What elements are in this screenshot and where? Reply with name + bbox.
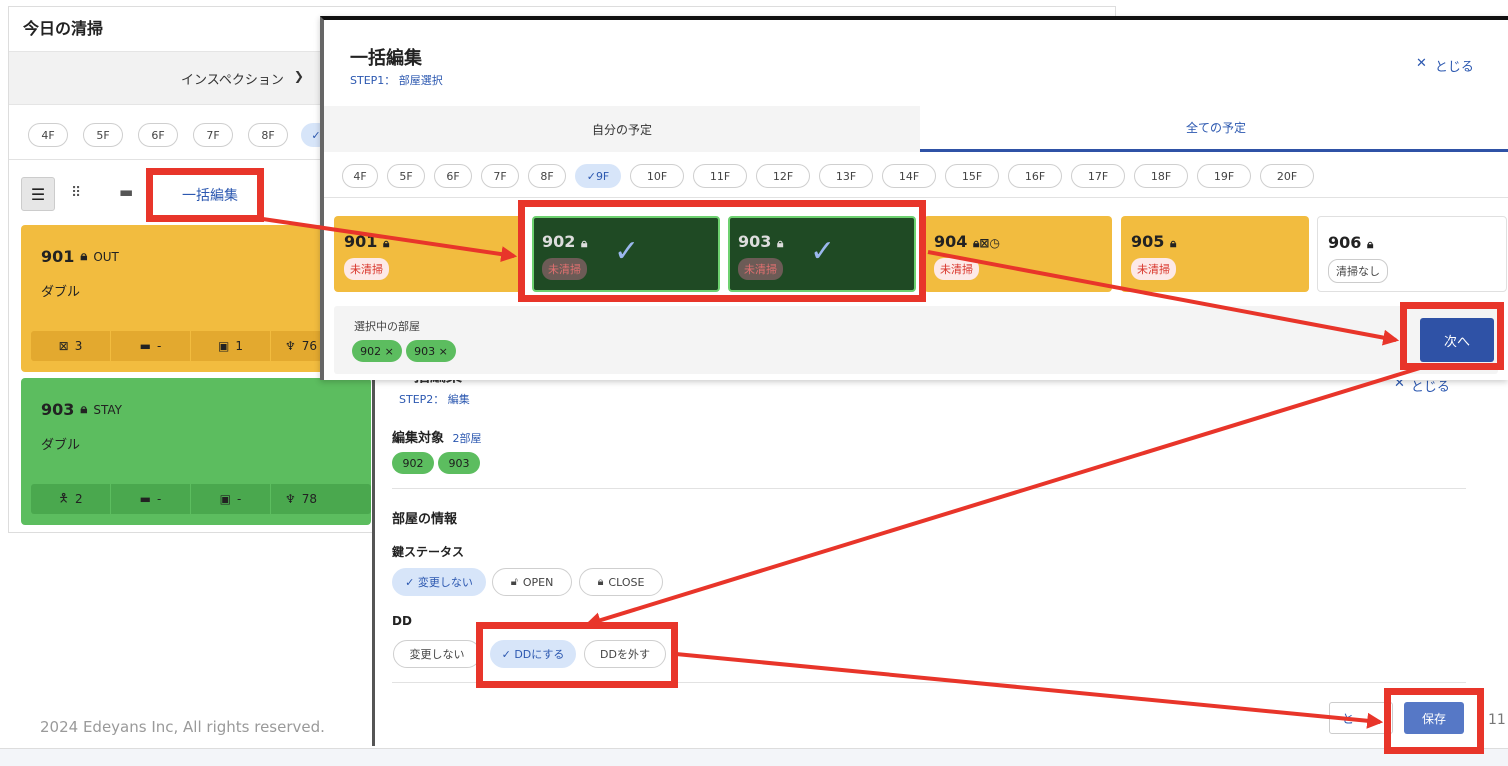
arrow-next-to-dd	[584, 366, 1421, 628]
arrow-rooms-to-next	[927, 250, 1400, 346]
arrow-bulk-to-rooms	[255, 216, 518, 263]
annotation-arrows	[255, 216, 1421, 729]
arrow-dd-to-save	[675, 652, 1384, 729]
